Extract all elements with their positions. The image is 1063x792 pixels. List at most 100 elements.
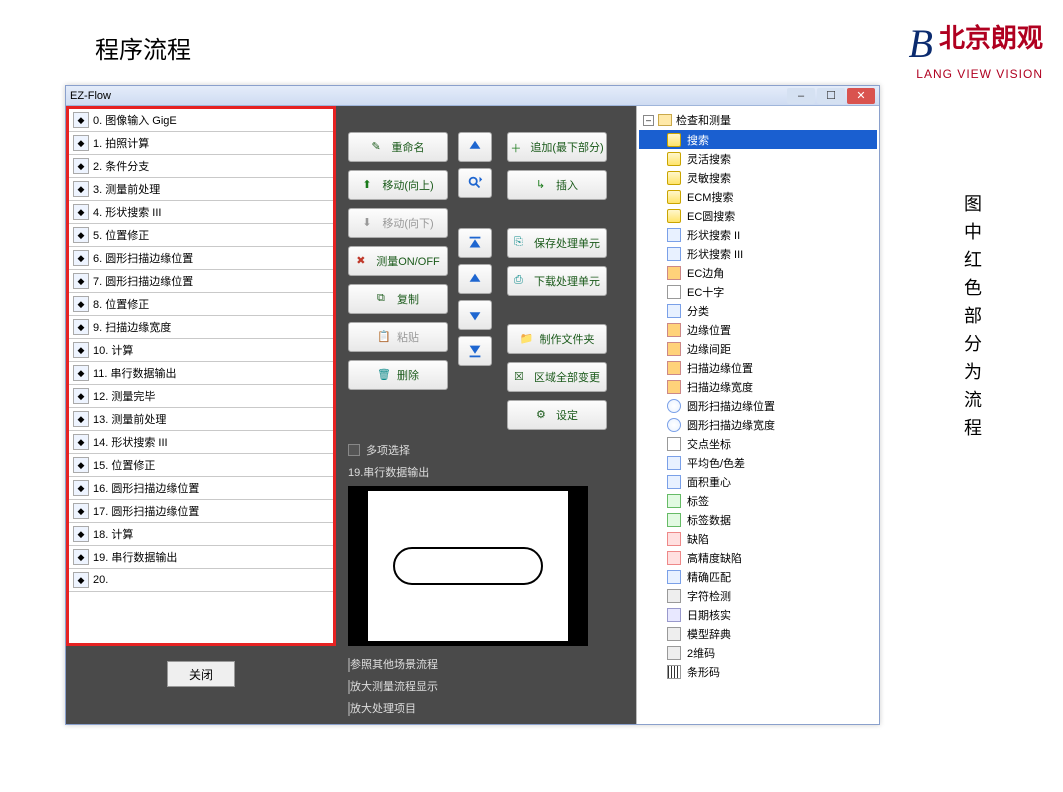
load-unit-button[interactable]: ⎙下载处理单元	[507, 266, 607, 296]
tree-root[interactable]: – 检查和测量	[639, 110, 877, 130]
measure-toggle-button[interactable]: ✖测量ON/OFF	[348, 246, 448, 276]
settings-button[interactable]: ⚙设定	[507, 400, 607, 430]
tree-item[interactable]: 扫描边缘位置	[639, 358, 877, 377]
search-down-button[interactable]	[458, 168, 492, 198]
tree-item[interactable]: 面积重心	[639, 472, 877, 491]
tree-item[interactable]: 灵活搜索	[639, 149, 877, 168]
step-down-button[interactable]	[458, 300, 492, 330]
titlebar: EZ-Flow – ☐ ✕	[66, 86, 879, 106]
close-button[interactable]: 关闭	[167, 661, 235, 687]
save-unit-button[interactable]: ⎘保存处理单元	[507, 228, 607, 258]
flow-row[interactable]: ◆6. 圆形扫描边缘位置	[69, 247, 333, 270]
flow-row[interactable]: ◆2. 条件分支	[69, 155, 333, 178]
tree-item-icon	[667, 342, 681, 356]
paste-button[interactable]: 📋粘贴	[348, 322, 448, 352]
flow-row[interactable]: ◆7. 圆形扫描边缘位置	[69, 270, 333, 293]
tree-item[interactable]: 标签	[639, 491, 877, 510]
append-button[interactable]: ＋追加(最下部分)	[507, 132, 607, 162]
move-up-button[interactable]: ⬆移动(向上)	[348, 170, 448, 200]
tool-tree[interactable]: – 检查和测量 搜索灵活搜索灵敏搜索ECM搜索EC圆搜索形状搜索 II形状搜索 …	[636, 106, 879, 724]
scroll-up-button[interactable]	[458, 132, 492, 162]
tree-item[interactable]: 平均色/色差	[639, 453, 877, 472]
flow-row[interactable]: ◆4. 形状搜索 III	[69, 201, 333, 224]
flow-row[interactable]: ◆12. 测量完毕	[69, 385, 333, 408]
close-window-button[interactable]: ✕	[847, 88, 875, 104]
tree-item[interactable]: 分类	[639, 301, 877, 320]
go-bottom-button[interactable]	[458, 336, 492, 366]
tree-item-label: 边缘位置	[687, 322, 731, 338]
flow-row[interactable]: ◆10. 计算	[69, 339, 333, 362]
flow-row[interactable]: ◆9. 扫描边缘宽度	[69, 316, 333, 339]
tree-item[interactable]: 边缘位置	[639, 320, 877, 339]
flow-row[interactable]: ◆19. 串行数据输出	[69, 546, 333, 569]
tree-item-label: 分类	[687, 303, 709, 319]
slide-title: 程序流程	[95, 30, 191, 65]
tree-item[interactable]: EC边角	[639, 263, 877, 282]
tree-item[interactable]: 边缘间距	[639, 339, 877, 358]
tree-item-icon	[667, 171, 681, 185]
tree-item-icon	[667, 380, 681, 394]
tree-item[interactable]: 形状搜索 II	[639, 225, 877, 244]
step-up-button[interactable]	[458, 264, 492, 294]
move-down-button[interactable]: ⬇移动(向下)	[348, 208, 448, 238]
flow-row[interactable]: ◆5. 位置修正	[69, 224, 333, 247]
flow-row[interactable]: ◆11. 串行数据输出	[69, 362, 333, 385]
flow-row[interactable]: ◆1. 拍照计算	[69, 132, 333, 155]
flow-row-label: 3. 测量前处理	[93, 181, 160, 197]
make-folder-button[interactable]: 📁制作文件夹	[507, 324, 607, 354]
tree-item[interactable]: 标签数据	[639, 510, 877, 529]
copy-button[interactable]: ⧉复制	[348, 284, 448, 314]
copy-label: 复制	[397, 291, 419, 307]
tree-item[interactable]: 圆形扫描边缘位置	[639, 396, 877, 415]
delete-button[interactable]: 🗑删除	[348, 360, 448, 390]
multi-select-check[interactable]: 多项选择	[348, 442, 628, 458]
flow-row[interactable]: ◆17. 圆形扫描边缘位置	[69, 500, 333, 523]
tree-item[interactable]: 扫描边缘宽度	[639, 377, 877, 396]
tree-item[interactable]: 缺陷	[639, 529, 877, 548]
go-top-button[interactable]	[458, 228, 492, 258]
flow-row[interactable]: ◆16. 圆形扫描边缘位置	[69, 477, 333, 500]
flow-row[interactable]: ◆13. 测量前处理	[69, 408, 333, 431]
flow-row[interactable]: ◆18. 计算	[69, 523, 333, 546]
tree-item[interactable]: 形状搜索 III	[639, 244, 877, 263]
rename-button[interactable]: ✎重命名	[348, 132, 448, 162]
flow-list[interactable]: ◆0. 图像输入 GigE◆1. 拍照计算◆2. 条件分支◆3. 测量前处理◆4…	[69, 109, 333, 643]
tree-item[interactable]: 日期核实	[639, 605, 877, 624]
enlarge-item-check[interactable]: 放大处理项目	[348, 700, 628, 716]
minimize-button[interactable]: –	[787, 88, 815, 104]
tree-item[interactable]: 搜索	[639, 130, 877, 149]
flow-row[interactable]: ◆3. 测量前处理	[69, 178, 333, 201]
flow-row[interactable]: ◆14. 形状搜索 III	[69, 431, 333, 454]
flow-row-label: 0. 图像输入 GigE	[93, 112, 177, 128]
tree-item[interactable]: ECM搜索	[639, 187, 877, 206]
tree-item[interactable]: 模型辞典	[639, 624, 877, 643]
insert-button[interactable]: ↳插入	[507, 170, 607, 200]
ezflow-window: EZ-Flow – ☐ ✕ ◆0. 图像输入 GigE◆1. 拍照计算◆2. 条…	[65, 85, 880, 725]
flow-row-label: 9. 扫描边缘宽度	[93, 319, 171, 335]
tree-item[interactable]: 字符检测	[639, 586, 877, 605]
flow-row[interactable]: ◆0. 图像输入 GigE	[69, 109, 333, 132]
ref-other-check[interactable]: 参照其他场景流程	[348, 656, 628, 672]
tree-item[interactable]: 精确匹配	[639, 567, 877, 586]
tree-item[interactable]: EC十字	[639, 282, 877, 301]
flow-row-label: 14. 形状搜索 III	[93, 434, 168, 450]
tree-item[interactable]: EC圆搜索	[639, 206, 877, 225]
tree-item[interactable]: 圆形扫描边缘宽度	[639, 415, 877, 434]
tree-item-label: 高精度缺陷	[687, 550, 742, 566]
tree-item-label: 形状搜索 II	[687, 227, 740, 243]
maximize-button[interactable]: ☐	[817, 88, 845, 104]
flow-row[interactable]: ◆8. 位置修正	[69, 293, 333, 316]
enlarge-measure-check[interactable]: 放大测量流程显示	[348, 678, 628, 694]
flow-row[interactable]: ◆20.	[69, 569, 333, 592]
flow-row[interactable]: ◆15. 位置修正	[69, 454, 333, 477]
collapse-icon[interactable]: –	[643, 115, 654, 126]
tree-item[interactable]: 条形码	[639, 662, 877, 681]
tree-item[interactable]: 高精度缺陷	[639, 548, 877, 567]
tree-item[interactable]: 交点坐标	[639, 434, 877, 453]
tree-item-label: 精确匹配	[687, 569, 731, 585]
tree-item[interactable]: 2维码	[639, 643, 877, 662]
tree-item-icon	[667, 323, 681, 337]
tree-item-label: EC边角	[687, 265, 724, 281]
change-all-button[interactable]: ☒区域全部变更	[507, 362, 607, 392]
tree-item[interactable]: 灵敏搜索	[639, 168, 877, 187]
